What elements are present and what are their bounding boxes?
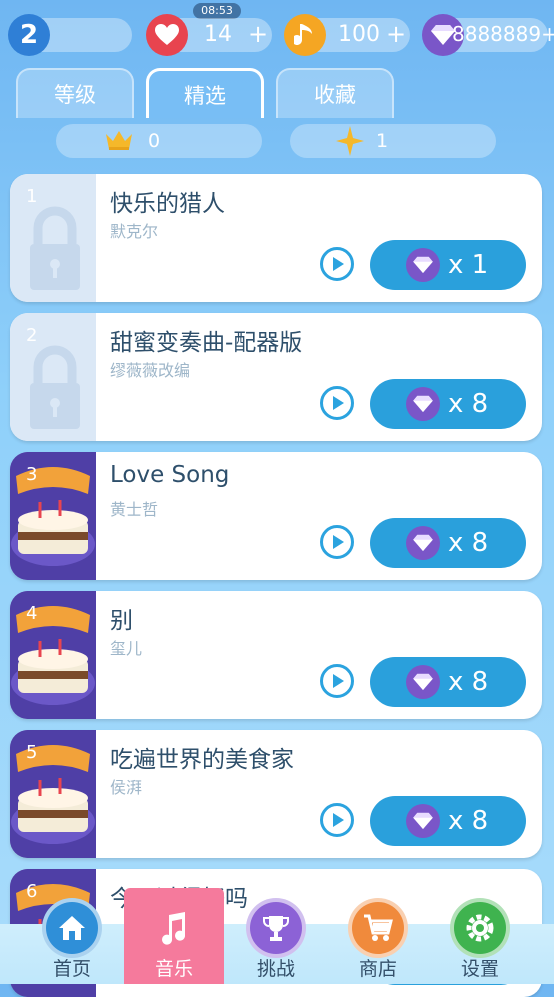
cart-icon xyxy=(348,898,408,958)
song-card[interactable]: 3 Love Song 黄士哲 x 8 xyxy=(10,452,542,580)
gem-icon xyxy=(406,665,440,699)
lock-icon xyxy=(30,345,80,429)
gem-price: x 8 xyxy=(448,528,489,558)
crown-icon xyxy=(104,128,134,156)
song-card[interactable]: 2 甜蜜变奏曲-配器版 缪薇薇改编 x 8 xyxy=(10,313,542,441)
song-artist: 侯湃 xyxy=(110,778,143,797)
song-card[interactable]: 5 吃遍世界的美食家 侯湃 x 8 xyxy=(10,730,542,858)
play-preview-button[interactable] xyxy=(320,803,354,837)
song-artist: 黄士哲 xyxy=(110,500,159,519)
cake-anniversary-icon xyxy=(10,730,96,858)
notes-count: 100 xyxy=(338,22,380,47)
play-preview-button[interactable] xyxy=(320,664,354,698)
gear-icon xyxy=(450,898,510,958)
song-title: Love Song xyxy=(110,462,230,488)
song-number: 2 xyxy=(26,325,38,346)
nav-item-trophy[interactable]: 挑战 xyxy=(226,888,326,984)
tab-level-label: 等级 xyxy=(54,83,96,107)
nav-item-home[interactable]: 首页 xyxy=(22,888,122,984)
play-icon xyxy=(333,674,344,688)
song-title: 甜蜜变奏曲-配器版 xyxy=(110,330,303,356)
song-title: 吃遍世界的美食家 xyxy=(110,747,294,773)
play-icon xyxy=(333,396,344,410)
song-thumbnail xyxy=(10,313,96,441)
song-artist: 默克尔 xyxy=(110,222,159,241)
gem-icon xyxy=(406,248,440,282)
add-notes-button[interactable]: + xyxy=(386,20,406,48)
song-thumbnail xyxy=(10,730,96,858)
song-card[interactable]: 1 快乐的猎人 默克尔 x 1 xyxy=(10,174,542,302)
nav-label: 音乐 xyxy=(154,958,193,980)
nav-label: 设置 xyxy=(460,958,499,980)
nav-item-gear[interactable]: 设置 xyxy=(430,888,530,984)
gem-price: x 8 xyxy=(448,806,489,836)
play-icon xyxy=(333,813,344,827)
song-artist: 玺儿 xyxy=(110,639,143,658)
gems-count: 8888889+ xyxy=(452,22,554,46)
play-preview-button[interactable] xyxy=(320,386,354,420)
crown-count: 0 xyxy=(148,130,161,152)
crown-stat: 0 xyxy=(56,124,262,158)
home-icon xyxy=(42,898,102,958)
buy-with-gems-button[interactable]: x 8 xyxy=(370,657,526,707)
nav-label: 首页 xyxy=(52,958,91,980)
sparkle-star-icon xyxy=(336,126,364,160)
song-number: 1 xyxy=(26,186,38,207)
play-icon xyxy=(333,257,344,271)
star-stat: 1 xyxy=(290,124,496,158)
song-thumbnail xyxy=(10,452,96,580)
lock-icon xyxy=(30,206,80,290)
song-number: 4 xyxy=(26,603,38,624)
tab-favorites-label: 收藏 xyxy=(314,83,356,107)
buy-with-gems-button[interactable]: x 1 xyxy=(370,240,526,290)
gem-icon xyxy=(406,387,440,421)
song-card[interactable]: 4 别 玺儿 x 8 xyxy=(10,591,542,719)
add-lives-button[interactable]: + xyxy=(248,20,268,48)
lives-count: 14 xyxy=(204,22,232,47)
music-note-icon xyxy=(144,898,204,958)
nav-label: 挑战 xyxy=(256,958,295,980)
music-note-icon xyxy=(284,14,326,56)
tab-featured-label: 精选 xyxy=(184,83,226,108)
song-title: 快乐的猎人 xyxy=(110,191,225,217)
nav-item-music-note[interactable]: 音乐 xyxy=(124,888,224,984)
song-thumbnail xyxy=(10,174,96,302)
tab-favorites[interactable]: 收藏 xyxy=(276,68,394,118)
song-number: 3 xyxy=(26,464,38,485)
buy-with-gems-button[interactable]: x 8 xyxy=(370,518,526,568)
song-artist: 缪薇薇改编 xyxy=(110,361,191,380)
play-preview-button[interactable] xyxy=(320,525,354,559)
nav-label: 商店 xyxy=(358,958,397,980)
trophy-icon xyxy=(246,898,306,958)
tab-level[interactable]: 等级 xyxy=(16,68,134,118)
song-number: 5 xyxy=(26,742,38,763)
gem-price: x 1 xyxy=(448,250,489,280)
buy-with-gems-button[interactable]: x 8 xyxy=(370,379,526,429)
nav-item-cart[interactable]: 商店 xyxy=(328,888,428,984)
cake-anniversary-icon xyxy=(10,591,96,719)
gem-price: x 8 xyxy=(448,389,489,419)
play-preview-button[interactable] xyxy=(320,247,354,281)
status-clock: 08:53 xyxy=(193,3,241,19)
cake-anniversary-icon xyxy=(10,452,96,580)
level-badge: 2 xyxy=(8,14,50,56)
buy-with-gems-button[interactable]: x 8 xyxy=(370,796,526,846)
song-title: 别 xyxy=(110,608,133,634)
star-count: 1 xyxy=(376,130,389,152)
gem-icon xyxy=(406,804,440,838)
play-icon xyxy=(333,535,344,549)
gem-icon xyxy=(406,526,440,560)
tab-featured[interactable]: 精选 xyxy=(146,68,264,118)
gem-price: x 8 xyxy=(448,667,489,697)
heart-icon xyxy=(146,14,188,56)
song-thumbnail xyxy=(10,591,96,719)
